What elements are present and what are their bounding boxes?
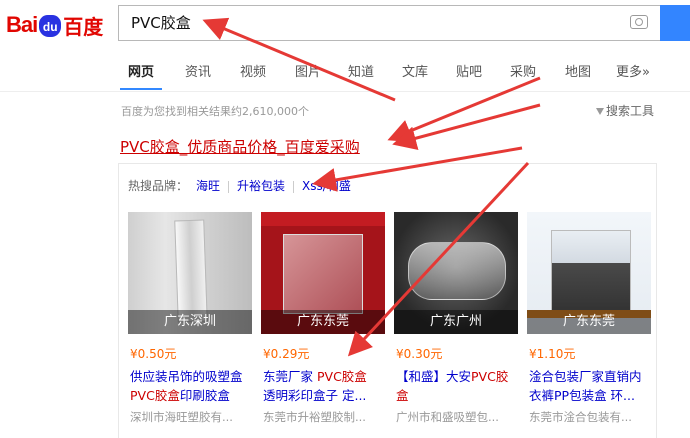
result-title-link[interactable]: PVC胶盒_优质商品价格_百度爱采购 — [120, 136, 360, 157]
product-shop[interactable]: 深圳市海旺塑胶有... — [130, 409, 254, 425]
hot-brands-row: 热搜品牌： 海旺 升裕包装 Xss/和盛 — [128, 177, 351, 194]
product-price: ¥0.30元 — [396, 347, 443, 361]
product-photo — [283, 234, 363, 314]
result-count: 百度为您找到相关结果约2,610,000个 — [121, 105, 309, 118]
product-title-link[interactable]: 【和盛】大安PVC胶 盒 — [396, 367, 520, 405]
product-shop[interactable]: 东莞市淦合包装有... — [529, 409, 653, 425]
product-card[interactable]: 广东东莞 ¥0.29元 东莞厂家 PVC胶盒 透明彩印盒子 定... 东莞市升裕… — [261, 212, 385, 437]
brand-link-haiwang[interactable]: 海旺 — [196, 179, 220, 193]
brand-link-shengyu[interactable]: 升裕包装 — [237, 179, 285, 193]
brand-divider — [293, 180, 295, 193]
camera-icon[interactable] — [630, 15, 648, 29]
product-card[interactable]: 广东东莞 ¥1.10元 淦合包装厂家直销内 衣裤PP包装盒 环... 东莞市淦合… — [527, 212, 651, 437]
annotation-arrow — [392, 103, 541, 150]
tab-map[interactable]: 地图 — [565, 61, 591, 80]
tab-web[interactable]: 网页 — [128, 61, 154, 80]
product-photo — [551, 230, 631, 312]
product-price: ¥0.29元 — [263, 347, 310, 361]
hot-brands-label: 热搜品牌： — [128, 179, 189, 193]
product-location: 广东东莞 — [261, 310, 385, 334]
tab-tieba[interactable]: 贴吧 — [456, 61, 482, 80]
tab-images[interactable]: 图片 — [295, 61, 321, 80]
baidu-logo[interactable]: Bai du 百度 — [6, 10, 114, 40]
filter-icon — [596, 108, 604, 115]
logo-text-baidu: 百度 — [63, 16, 104, 39]
search-tools-button[interactable]: 搜索工具 — [596, 102, 654, 119]
product-title-link[interactable]: 东莞厂家 PVC胶盒 透明彩印盒子 定... — [263, 367, 387, 405]
product-shop[interactable]: 广州市和盛吸塑包... — [396, 409, 520, 425]
product-price: ¥1.10元 — [529, 347, 576, 361]
product-location: 广东深圳 — [128, 310, 252, 334]
tab-more[interactable]: 更多» — [616, 61, 650, 80]
product-card[interactable]: 广东深圳 ¥0.50元 供应装吊饰的吸塑盒 PVC胶盒印刷胶盒 深圳市海旺塑胶有… — [128, 212, 252, 437]
tabs-divider — [0, 91, 690, 92]
product-photo — [408, 242, 506, 300]
product-location: 广东东莞 — [527, 310, 651, 334]
logo-text-bai: Bai — [6, 12, 38, 37]
search-box[interactable] — [118, 5, 660, 41]
product-shop[interactable]: 东莞市升裕塑胶制... — [263, 409, 387, 425]
brand-divider — [228, 180, 230, 193]
product-location: 广东广州 — [394, 310, 518, 334]
product-title-link[interactable]: 供应装吊饰的吸塑盒 PVC胶盒印刷胶盒 — [130, 367, 254, 405]
product-photo — [174, 219, 208, 323]
active-tab-underline — [120, 88, 162, 90]
search-button[interactable] — [660, 5, 690, 41]
search-tabs: 网页 资讯 视频 图片 知道 文库 贴吧 采购 地图 更多» — [0, 52, 690, 92]
brand-link-hesheng[interactable]: Xss/和盛 — [302, 179, 351, 193]
product-title-link[interactable]: 淦合包装厂家直销内 衣裤PP包装盒 环... — [529, 367, 653, 405]
product-image[interactable]: 广东东莞 — [527, 212, 651, 334]
product-image[interactable]: 广东广州 — [394, 212, 518, 334]
paw-icon: du — [39, 15, 62, 37]
tab-zhidao[interactable]: 知道 — [348, 61, 374, 80]
product-card[interactable]: 广东广州 ¥0.30元 【和盛】大安PVC胶 盒 广州市和盛吸塑包... — [394, 212, 518, 437]
product-image[interactable]: 广东深圳 — [128, 212, 252, 334]
tab-purchase[interactable]: 采购 — [510, 61, 536, 80]
tab-news[interactable]: 资讯 — [185, 61, 211, 80]
tab-video[interactable]: 视频 — [240, 61, 266, 80]
product-image[interactable]: 广东东莞 — [261, 212, 385, 334]
tab-wenku[interactable]: 文库 — [402, 61, 428, 80]
search-input[interactable] — [131, 6, 611, 40]
search-tools-label: 搜索工具 — [606, 104, 655, 118]
product-price: ¥0.50元 — [130, 347, 177, 361]
